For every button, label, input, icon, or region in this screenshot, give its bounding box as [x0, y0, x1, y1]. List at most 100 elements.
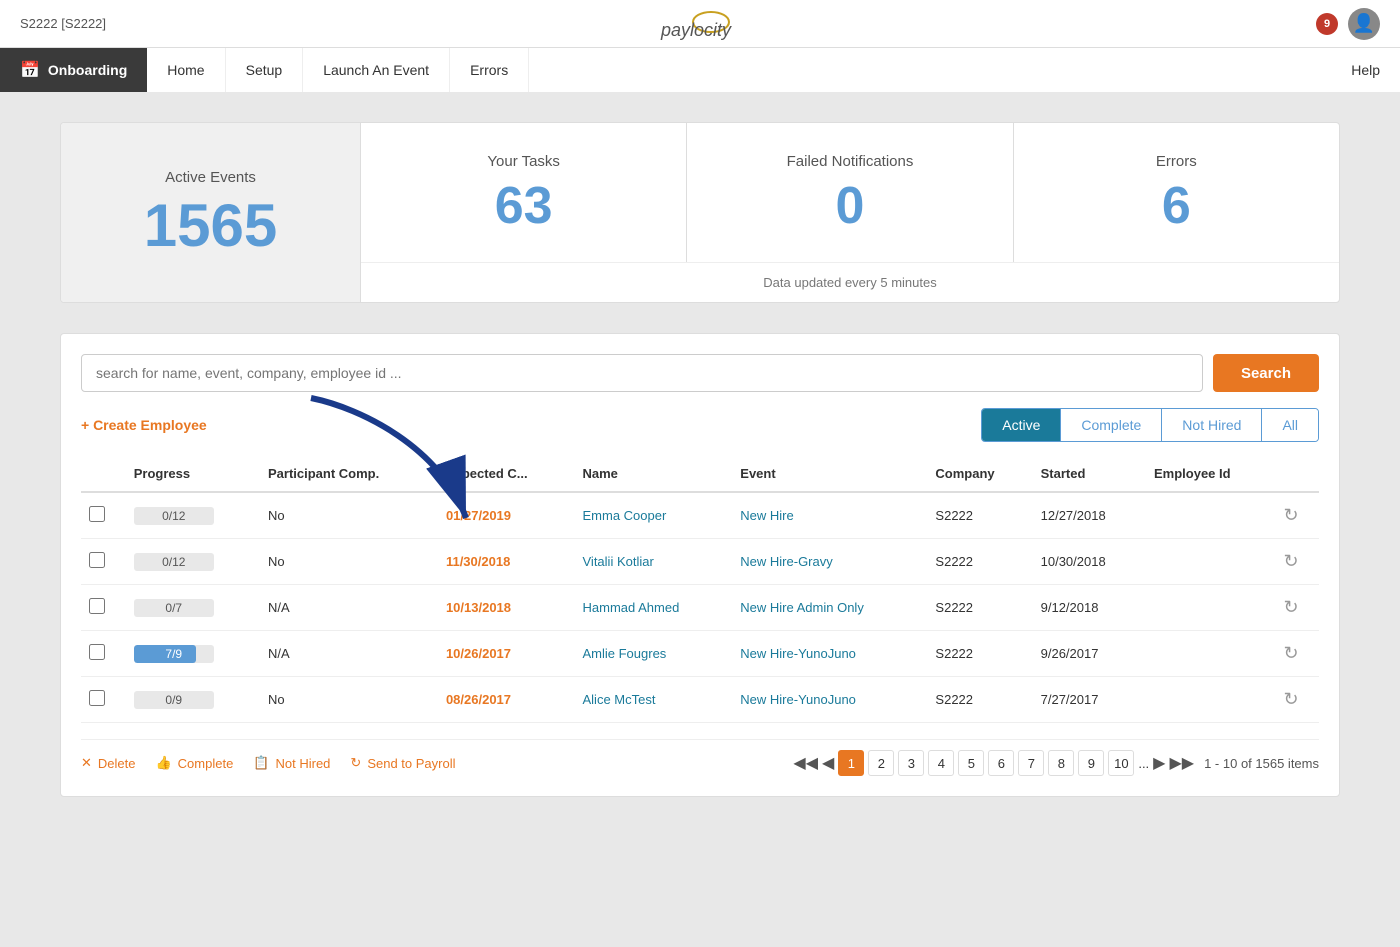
- notification-badge[interactable]: 9: [1316, 13, 1338, 35]
- row-refresh-1: ↻: [1275, 539, 1319, 585]
- row-refresh-2: ↻: [1275, 585, 1319, 631]
- create-employee-button[interactable]: + Create Employee: [81, 417, 207, 433]
- data-updated: Data updated every 5 minutes: [361, 262, 1339, 302]
- stats-card: Active Events 1565 Your Tasks 63 Failed …: [60, 122, 1340, 303]
- page-3[interactable]: 3: [898, 750, 924, 776]
- row-progress-cell-3: 7/9: [126, 631, 260, 677]
- refresh-icon-0[interactable]: ↻: [1283, 505, 1298, 525]
- page-7[interactable]: 7: [1018, 750, 1044, 776]
- nav-launch[interactable]: Launch An Event: [303, 48, 450, 92]
- progress-label-4: 0/9: [134, 691, 214, 709]
- send-icon: ↻: [350, 755, 361, 771]
- page-ellipsis: ...: [1138, 756, 1149, 771]
- logo: paylocity: [651, 8, 771, 40]
- nav-setup[interactable]: Setup: [226, 48, 304, 92]
- event-link-1[interactable]: New Hire-Gravy: [740, 554, 832, 569]
- row-participant-3: N/A: [260, 631, 438, 677]
- stat-failed-notifications: Failed Notifications 0: [687, 123, 1013, 262]
- filter-tab-active[interactable]: Active: [982, 409, 1061, 441]
- row-event-2: New Hire Admin Only: [732, 585, 927, 631]
- briefcase-icon: 📅: [20, 60, 40, 80]
- refresh-icon-4[interactable]: ↻: [1283, 689, 1298, 709]
- event-link-4[interactable]: New Hire-YunoJuno: [740, 692, 856, 707]
- your-tasks-value: 63: [495, 180, 553, 232]
- page-prev-btn[interactable]: ◀: [822, 753, 834, 773]
- data-table: Progress Participant Comp. Expected C...…: [81, 456, 1319, 723]
- stats-row: Your Tasks 63 Failed Notifications 0 Err…: [361, 123, 1339, 262]
- avatar[interactable]: 👤: [1348, 8, 1380, 40]
- failed-label: Failed Notifications: [787, 153, 914, 170]
- nav-home[interactable]: Home: [147, 48, 225, 92]
- row-checkbox-cell-0: [81, 492, 126, 539]
- progress-bar-wrap-2: 0/7: [134, 599, 214, 617]
- page-8[interactable]: 8: [1048, 750, 1074, 776]
- progress-bar-wrap-1: 0/12: [134, 553, 214, 571]
- name-link-1[interactable]: Vitalii Kotliar: [583, 554, 654, 569]
- nav-help[interactable]: Help: [1331, 48, 1400, 92]
- row-checkbox-2[interactable]: [89, 598, 105, 614]
- page-10[interactable]: 10: [1108, 750, 1134, 776]
- row-name-0: Emma Cooper: [575, 492, 733, 539]
- refresh-icon-3[interactable]: ↻: [1283, 643, 1298, 663]
- row-started-2: 9/12/2018: [1033, 585, 1146, 631]
- col-participant: Participant Comp.: [260, 456, 438, 492]
- row-name-1: Vitalii Kotliar: [575, 539, 733, 585]
- refresh-icon-2[interactable]: ↻: [1283, 597, 1298, 617]
- failed-value: 0: [836, 180, 865, 232]
- active-events-label: Active Events: [165, 169, 256, 186]
- filter-tab-all[interactable]: All: [1262, 409, 1318, 441]
- refresh-icon-1[interactable]: ↻: [1283, 551, 1298, 571]
- col-started: Started: [1033, 456, 1146, 492]
- row-expected-3: 10/26/2017: [438, 631, 575, 677]
- row-expected-0: 01/27/2019: [438, 492, 575, 539]
- page-4[interactable]: 4: [928, 750, 954, 776]
- page-2[interactable]: 2: [868, 750, 894, 776]
- pagination-section: ◀◀ ◀ 1 2 3 4 5 6 7 8 9 10 ... ▶ ▶▶ 1 - 1…: [793, 750, 1319, 776]
- search-button[interactable]: Search: [1213, 354, 1319, 392]
- progress-label-1: 0/12: [134, 553, 214, 571]
- delete-button[interactable]: ✕ Delete: [81, 755, 135, 771]
- filter-tab-complete[interactable]: Complete: [1061, 409, 1162, 441]
- name-link-2[interactable]: Hammad Ahmed: [583, 600, 680, 615]
- page-first-btn[interactable]: ◀◀: [793, 753, 818, 773]
- not-hired-label: Not Hired: [276, 756, 331, 771]
- nav-bar: 📅 Onboarding Home Setup Launch An Event …: [0, 48, 1400, 92]
- col-action: [1275, 456, 1319, 492]
- name-link-3[interactable]: Amlie Fougres: [583, 646, 667, 661]
- filter-card: Search + Create Employee Active Complete: [60, 333, 1340, 797]
- page-next-btn[interactable]: ▶: [1153, 753, 1165, 773]
- progress-label-3: 7/9: [134, 645, 214, 663]
- not-hired-button[interactable]: 📋 Not Hired: [253, 755, 330, 771]
- nav-links: Home Setup Launch An Event Errors Help: [147, 48, 1400, 92]
- row-checkbox-1[interactable]: [89, 552, 105, 568]
- row-expected-4: 08/26/2017: [438, 677, 575, 723]
- page-5[interactable]: 5: [958, 750, 984, 776]
- page-last-btn[interactable]: ▶▶: [1169, 753, 1194, 773]
- row-checkbox-cell-3: [81, 631, 126, 677]
- table-header-row: Progress Participant Comp. Expected C...…: [81, 456, 1319, 492]
- nav-onboarding[interactable]: 📅 Onboarding: [0, 48, 147, 92]
- page-1[interactable]: 1: [838, 750, 864, 776]
- page-9[interactable]: 9: [1078, 750, 1104, 776]
- pagination: ◀◀ ◀ 1 2 3 4 5 6 7 8 9 10 ... ▶ ▶▶: [793, 750, 1194, 776]
- filter-tab-not-hired[interactable]: Not Hired: [1162, 409, 1262, 441]
- row-expected-1: 11/30/2018: [438, 539, 575, 585]
- page-6[interactable]: 6: [988, 750, 1014, 776]
- name-link-4[interactable]: Alice McTest: [583, 692, 656, 707]
- progress-bar-wrap-0: 0/12: [134, 507, 214, 525]
- row-progress-cell-4: 0/9: [126, 677, 260, 723]
- event-link-3[interactable]: New Hire-YunoJuno: [740, 646, 856, 661]
- row-checkbox-3[interactable]: [89, 644, 105, 660]
- event-link-0[interactable]: New Hire: [740, 508, 793, 523]
- event-link-2[interactable]: New Hire Admin Only: [740, 600, 864, 615]
- your-tasks-label: Your Tasks: [487, 153, 560, 170]
- row-checkbox-cell-2: [81, 585, 126, 631]
- send-to-payroll-button[interactable]: ↻ Send to Payroll: [350, 755, 455, 771]
- nav-errors[interactable]: Errors: [450, 48, 529, 92]
- row-checkbox-0[interactable]: [89, 506, 105, 522]
- filter-tabs: Active Complete Not Hired All: [981, 408, 1319, 442]
- complete-button[interactable]: 👍 Complete: [155, 755, 233, 771]
- row-checkbox-4[interactable]: [89, 690, 105, 706]
- name-link-0[interactable]: Emma Cooper: [583, 508, 667, 523]
- search-input[interactable]: [81, 354, 1203, 392]
